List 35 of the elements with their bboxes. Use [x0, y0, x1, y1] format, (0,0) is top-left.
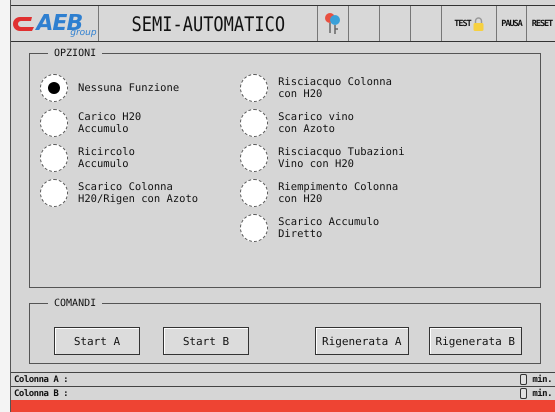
option-label: Nessuna Funzione — [78, 82, 180, 94]
radio-button[interactable] — [240, 74, 268, 102]
option-label: Scarico vino con Azoto — [278, 111, 354, 135]
keys-icon[interactable] — [323, 12, 343, 36]
unit-label: min. — [532, 388, 552, 398]
command-button[interactable]: Start A — [54, 327, 140, 355]
command-button[interactable]: Start B — [163, 327, 249, 355]
logo-swoosh-icon — [12, 14, 34, 32]
status-label: Colonna A : — [14, 374, 68, 384]
padlock-icon — [472, 16, 484, 30]
radio-button[interactable] — [40, 74, 68, 102]
option-label: Scarico Accumulo Diretto — [278, 216, 380, 240]
radio-button[interactable] — [240, 179, 268, 207]
commands-title: COMANDI — [53, 298, 98, 309]
options-title: OPZIONI — [53, 48, 98, 59]
option-label: Riempimento Colonna con H20 — [278, 181, 398, 205]
option-label: Ricircolo Accumulo — [78, 146, 135, 170]
status-label: Colonna B : — [14, 388, 68, 398]
radio-button[interactable] — [240, 109, 268, 137]
test-label[interactable]: TEST — [454, 18, 471, 28]
command-button[interactable]: Rigenerata A — [315, 327, 409, 355]
command-button[interactable]: Rigenerata B — [428, 327, 522, 355]
screen-title: SEMI-AUTOMATICO — [131, 12, 285, 36]
radio-button[interactable] — [40, 179, 68, 207]
option-label: Carico H20 Accumulo — [78, 111, 142, 135]
radio-button[interactable] — [40, 109, 68, 137]
unit-label: min. — [532, 374, 552, 384]
option-label: Scarico Colonna H20/Rigen con Azoto — [78, 181, 198, 205]
radio-button[interactable] — [240, 214, 268, 242]
toolbar-label[interactable]: RESET — [532, 18, 552, 28]
option-label: Risciacquo Tubazioni Vino con H20 — [278, 146, 405, 170]
radio-button[interactable] — [240, 144, 268, 172]
option-label: Risciacquo Colonna con H20 — [278, 76, 392, 100]
toolbar-label[interactable]: PAUSA — [501, 18, 522, 28]
radio-button[interactable] — [40, 144, 68, 172]
